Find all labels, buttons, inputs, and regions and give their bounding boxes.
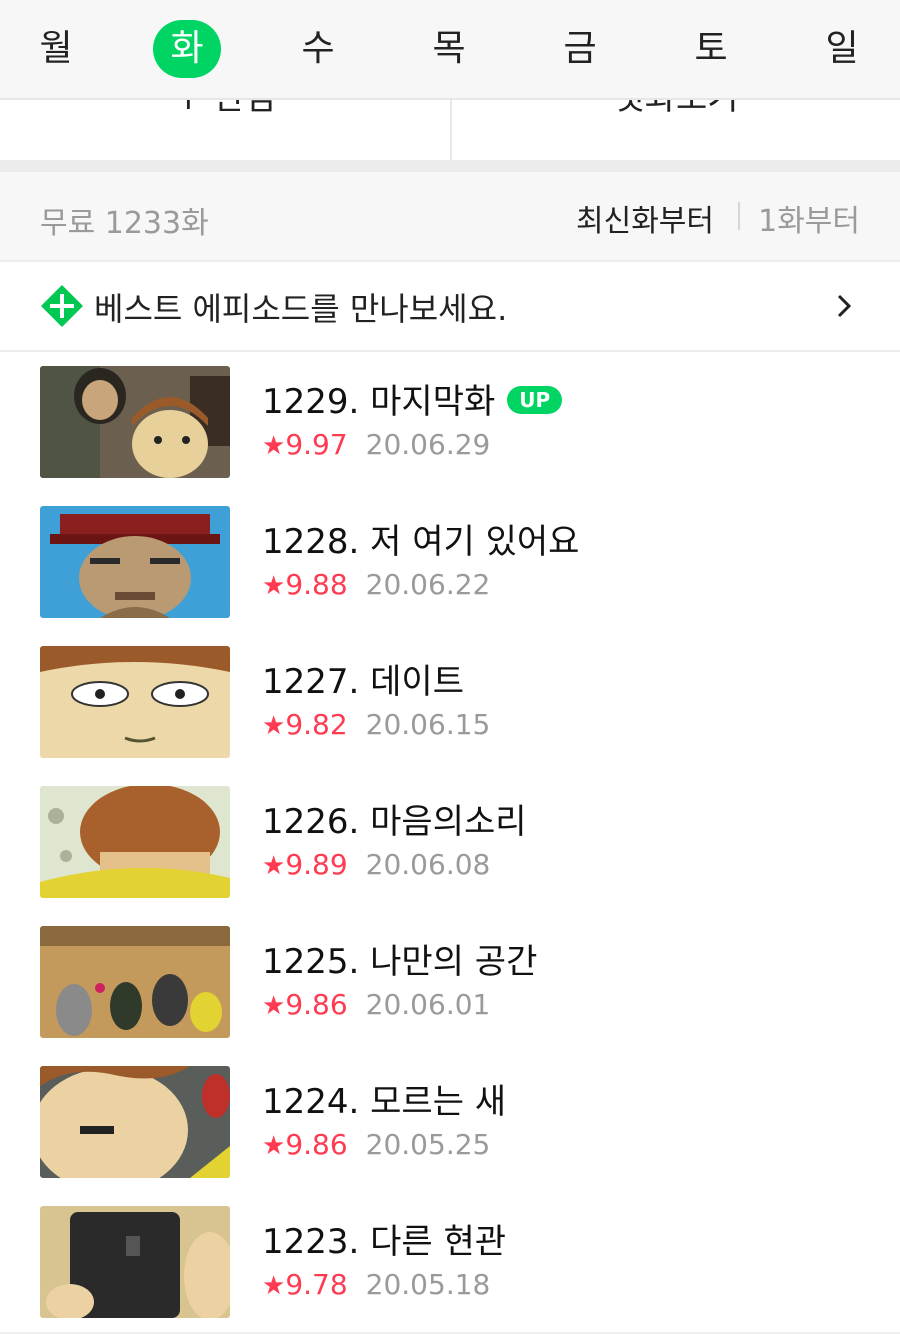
episode-meta: ★9.86 20.06.01 [262, 988, 490, 1021]
episode-rating: 9.82 [285, 708, 348, 741]
sort-newest-button[interactable]: 최신화부터 [576, 196, 714, 240]
favorite-button[interactable]: + 관심 [0, 98, 452, 160]
episode-thumbnail [40, 646, 230, 758]
episode-rating: 9.78 [285, 1268, 348, 1301]
episode-list-header: 무료 1233화 최신화부터 1화부터 [0, 172, 900, 262]
episode-thumbnail [40, 1066, 230, 1178]
best-episode-text: 베스트 에피소드를 만나보세요. [94, 290, 508, 328]
episode-title: 1225. 나만의 공간 [262, 934, 537, 983]
episode-rating: 9.86 [285, 988, 348, 1021]
episode-rating: 9.97 [285, 428, 348, 461]
episode-title: 1224. 모르는 새 [262, 1074, 506, 1123]
star-icon: ★ [262, 431, 286, 461]
episode-thumbnail [40, 366, 230, 478]
episode-thumbnail [40, 1206, 230, 1318]
chevron-right-icon [837, 294, 852, 318]
star-icon: ★ [262, 1131, 286, 1161]
star-icon: ★ [262, 851, 286, 881]
episode-title: 1227. 데이트 [262, 654, 464, 703]
weekday-tab-bar: 월 화 수 목 금 토 일 [0, 0, 900, 100]
episode-title-text: 1225. 나만의 공간 [262, 942, 538, 982]
episode-row[interactable]: 1226. 마음의소리 ★9.89 20.06.08 [0, 772, 900, 914]
favorite-button-label: + 관심 [174, 98, 276, 118]
episode-row[interactable]: 1228. 저 여기 있어요 ★9.88 20.06.22 [0, 492, 900, 634]
update-badge: UP [507, 385, 563, 414]
episode-date: 20.06.22 [365, 568, 491, 601]
free-episode-count: 무료 1233화 [40, 206, 209, 241]
episode-rating: 9.88 [285, 568, 348, 601]
episode-title: 1226. 마음의소리 [262, 794, 527, 843]
episode-meta: ★9.86 20.05.25 [262, 1128, 490, 1161]
section-divider [0, 160, 900, 172]
episode-thumbnail [40, 926, 230, 1038]
episode-rating: 9.89 [285, 848, 348, 881]
episode-date: 20.05.25 [365, 1128, 491, 1161]
episode-meta: ★9.78 20.05.18 [262, 1268, 490, 1301]
best-episode-banner[interactable]: 베스트 에피소드를 만나보세요. [0, 262, 900, 352]
tab-monday[interactable]: 월 [22, 20, 90, 78]
episode-date: 20.06.01 [365, 988, 491, 1021]
episode-thumbnail [40, 506, 230, 618]
first-episode-button-label: 첫화보기 [613, 98, 739, 118]
episode-title: 1229. 마지막화 UP [262, 374, 563, 423]
first-episode-button[interactable]: 첫화보기 [452, 98, 900, 160]
action-row: + 관심 첫화보기 [0, 98, 900, 160]
episode-meta: ★9.88 20.06.22 [262, 568, 490, 601]
star-icon: ★ [262, 571, 286, 601]
episode-title: 1228. 저 여기 있어요 [262, 514, 579, 563]
episode-date: 20.05.18 [365, 1268, 491, 1301]
episode-date: 20.06.15 [365, 708, 491, 741]
plus-diamond-icon [41, 285, 83, 327]
episode-date: 20.06.08 [365, 848, 491, 881]
episode-title: 1223. 다른 현관 [262, 1214, 506, 1263]
episode-title-text: 1223. 다른 현관 [262, 1222, 507, 1262]
star-icon: ★ [262, 991, 286, 1021]
episode-row[interactable]: 1224. 모르는 새 ★9.86 20.05.25 [0, 1052, 900, 1194]
episode-thumbnail [40, 786, 230, 898]
episode-row[interactable]: 1229. 마지막화 UP ★9.97 20.06.29 [0, 352, 900, 494]
episode-row[interactable]: 1223. 다른 현관 ★9.78 20.05.18 [0, 1192, 900, 1334]
tab-friday[interactable]: 금 [546, 20, 614, 78]
tab-wednesday[interactable]: 수 [284, 20, 352, 78]
episode-title-text: 1224. 모르는 새 [262, 1082, 507, 1122]
tab-tuesday[interactable]: 화 [153, 20, 221, 78]
star-icon: ★ [262, 1271, 286, 1301]
episode-meta: ★9.97 20.06.29 [262, 428, 490, 461]
episode-title-text: 1226. 마음의소리 [262, 802, 527, 842]
star-icon: ★ [262, 711, 286, 741]
sort-oldest-button[interactable]: 1화부터 [758, 196, 860, 240]
episode-meta: ★9.82 20.06.15 [262, 708, 490, 741]
episode-title-text: 1228. 저 여기 있어요 [262, 522, 580, 562]
episode-row[interactable]: 1225. 나만의 공간 ★9.86 20.06.01 [0, 912, 900, 1054]
episode-meta: ★9.89 20.06.08 [262, 848, 490, 881]
tab-sunday[interactable]: 일 [808, 20, 876, 78]
episode-title-text: 1229. 마지막화 [262, 382, 496, 422]
tab-saturday[interactable]: 토 [677, 20, 745, 78]
episode-title-text: 1227. 데이트 [262, 662, 464, 702]
episode-date: 20.06.29 [365, 428, 491, 461]
episode-rating: 9.86 [285, 1128, 348, 1161]
episode-row[interactable]: 1227. 데이트 ★9.82 20.06.15 [0, 632, 900, 774]
sort-divider [738, 202, 740, 230]
tab-thursday[interactable]: 목 [415, 20, 483, 78]
